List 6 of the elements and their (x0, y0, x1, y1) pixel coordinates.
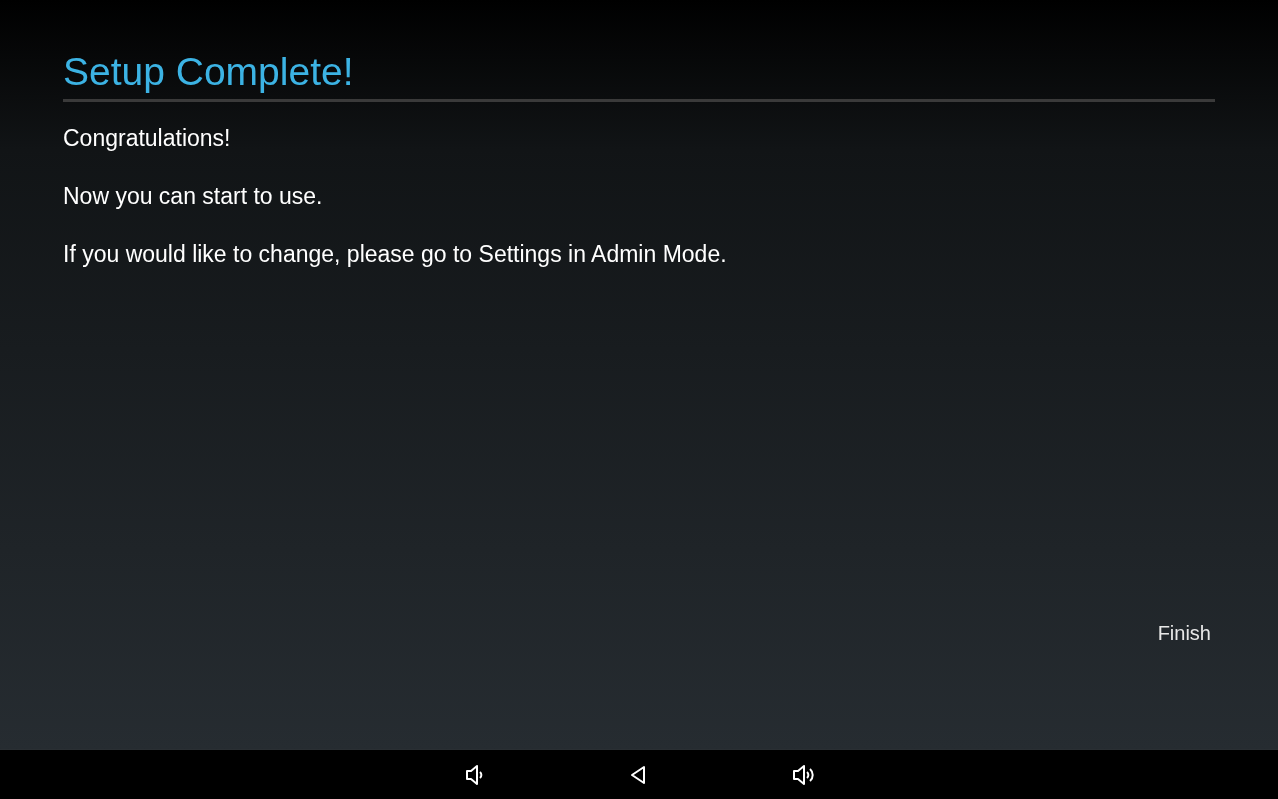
volume-up-icon[interactable] (791, 762, 815, 787)
message-text: Congratulations! (63, 126, 232, 150)
message-text: Now you can start to use. (63, 184, 324, 208)
screen-title: Setup Complete! (63, 49, 355, 95)
message-text: If you would like to change, please go to Settings in Admin Mode. (63, 242, 728, 266)
finish-button[interactable]: Finish (1153, 618, 1215, 649)
